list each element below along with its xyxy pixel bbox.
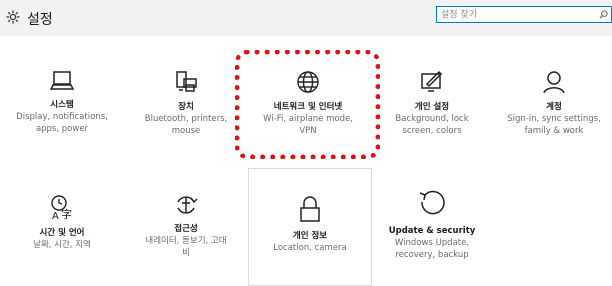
gear-icon xyxy=(6,10,20,24)
search-input[interactable] xyxy=(437,7,601,22)
tile-personalization[interactable]: 개인 설정 Background, lock screen, colors xyxy=(370,70,494,137)
devices-icon xyxy=(176,71,197,92)
time-language-icon: A 字 xyxy=(51,195,72,220)
tile-title: 장치 xyxy=(178,102,194,112)
tile-title: 계정 xyxy=(546,102,562,112)
personalization-icon xyxy=(421,70,443,92)
tile-desc-line: Display, notifications, xyxy=(16,112,108,122)
svg-text:A: A xyxy=(52,211,59,220)
tile-desc-line: screen, colors xyxy=(402,126,462,136)
person-icon xyxy=(543,71,565,94)
tile-desc-line: Background, lock xyxy=(395,114,469,124)
tile-desc-line: family & work xyxy=(524,126,584,136)
tile-desc-line: Bluetooth, printers, xyxy=(144,114,228,124)
tile-desc-line: VPN xyxy=(299,126,317,136)
tile-network-internet[interactable]: 네트워크 및 인터넷 Wi-Fi, airplane mode, VPN xyxy=(246,70,370,137)
tile-title: 개인 정보 xyxy=(292,231,328,241)
tile-update-security[interactable]: Update & security Windows Update, recove… xyxy=(370,190,494,261)
title-bar: 설정 xyxy=(0,0,612,36)
globe-icon xyxy=(297,71,319,93)
tile-desc-line: Windows Update, xyxy=(394,238,470,248)
tile-title: 시간 및 언어 xyxy=(39,228,85,238)
tile-devices[interactable]: 장치 Bluetooth, printers, mouse xyxy=(124,70,248,137)
search-box[interactable] xyxy=(436,6,612,23)
tile-title: 시스템 xyxy=(50,100,74,110)
tile-desc-line: mouse xyxy=(171,126,201,136)
tile-title: 접근성 xyxy=(174,224,198,234)
tile-desc-line: 날짜, 시간, 지역 xyxy=(33,240,91,250)
ease-of-access-icon xyxy=(177,196,198,214)
tile-time-language[interactable]: A 字 시간 및 언어 날짜, 시간, 지역 xyxy=(0,194,124,251)
tile-desc-line: apps, power xyxy=(35,124,89,134)
tile-title: 네트워크 및 인터넷 xyxy=(273,102,343,112)
tile-title: 개인 설정 xyxy=(414,102,450,112)
laptop-icon xyxy=(50,71,74,90)
tile-privacy[interactable]: 개인 정보 Location, camera xyxy=(248,168,372,286)
tile-desc-line: recovery, backup xyxy=(395,250,469,260)
tile-desc-line: Wi-Fi, airplane mode, xyxy=(263,114,353,124)
tile-desc-line: 내레이터, 돋보기, 고대 xyxy=(145,236,227,246)
tile-desc-line: Sign-in, sync settings, xyxy=(507,114,601,124)
tile-desc-line: Location, camera xyxy=(273,243,347,253)
tile-accounts[interactable]: 계정 Sign-in, sync settings, family & work xyxy=(492,70,612,137)
tile-system[interactable]: 시스템 Display, notifications, apps, power xyxy=(0,70,124,135)
refresh-icon xyxy=(419,190,445,215)
tile-desc-line: 비 xyxy=(182,248,190,258)
search-icon[interactable] xyxy=(599,10,608,19)
tile-title: Update & security xyxy=(388,226,476,236)
tile-ease-of-access[interactable]: 접근성 내레이터, 돋보기, 고대 비 xyxy=(124,192,248,259)
lock-icon xyxy=(300,196,320,222)
svg-text:字: 字 xyxy=(61,207,72,220)
app-title: 설정 xyxy=(27,12,53,28)
